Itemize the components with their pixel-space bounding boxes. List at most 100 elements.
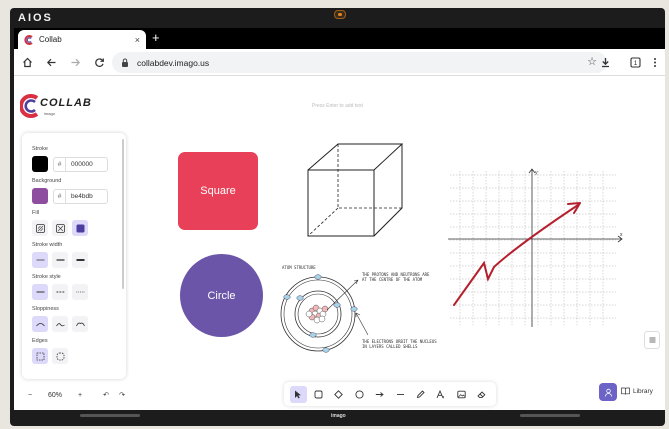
zoom-in-button[interactable]: + [72,392,88,399]
redo-button[interactable]: ↷ [114,391,130,399]
background-hex-value: be4bdb [71,192,93,200]
zoom-out-button[interactable]: − [22,392,38,399]
stroke-style-dotted-button[interactable] [72,284,88,300]
stroke-hex-value: 000000 [71,160,93,168]
reload-icon[interactable] [92,55,106,69]
forward-icon[interactable] [68,55,82,69]
eraser-tool[interactable] [473,386,490,403]
atom-structure-sketch[interactable]: ATOM STRUCTURE THE PROTONS AND NEUTRONS … [276,263,442,365]
fill-options [32,220,116,236]
address-bar[interactable]: collabdev.imago.us ☆ [112,52,607,73]
line-icon [396,393,404,395]
atom-title: ATOM STRUCTURE [282,265,316,270]
hachure-icon [35,223,45,233]
sloppiness-architect-button[interactable] [32,316,48,332]
side-menu-button[interactable] [644,331,660,349]
diamond-tool[interactable] [330,386,347,403]
edges-round-button[interactable] [52,348,68,364]
arrow-tool[interactable] [371,386,388,403]
browser-tab-strip: Collab × + [14,28,665,49]
image-tool[interactable] [453,386,470,403]
tab-count-icon[interactable]: 1 [628,55,642,69]
artist-curve-icon [55,322,65,326]
tool-bar [284,382,496,406]
square-shape[interactable]: Square [178,152,258,230]
nucleus [305,304,329,324]
bezel-bar-right [520,414,580,417]
stroke-style-label: Stroke style [32,274,61,280]
pencil-icon [416,389,425,398]
stroke-style-dashed-button[interactable] [52,284,68,300]
graph-sketch[interactable]: x y [448,167,624,327]
solid-fill-icon [76,224,84,232]
thin-line-icon [36,259,44,261]
background-color-swatch[interactable] [32,188,48,204]
stroke-width-options [32,252,116,268]
graph-axes [448,168,623,327]
solid-line-icon [36,291,44,293]
stroke-style-solid-button[interactable] [32,284,48,300]
browser-tab[interactable]: Collab × [18,30,146,49]
stroke-width-label: Stroke width [32,242,63,248]
zoom-level[interactable]: 60% [38,392,72,399]
draw-tool[interactable] [412,386,429,403]
bookmark-star-icon[interactable]: ☆ [587,55,597,68]
tab-close-icon[interactable]: × [135,35,140,45]
collab-logo: COLLAB imago [20,94,91,122]
edges-sharp-button[interactable] [32,348,48,364]
url-text: collabdev.imago.us [137,57,210,68]
book-icon [621,387,630,395]
sharp-edge-icon [36,352,44,360]
tab-title: Collab [39,35,62,44]
device-bottom-label: imago [331,413,346,419]
library-button[interactable]: Library [621,387,653,395]
lock-icon [122,58,128,67]
download-icon[interactable] [598,55,612,69]
stroke-color-swatch[interactable] [32,156,48,172]
bezel-bar-left [80,414,140,417]
ellipse-tool[interactable] [351,386,368,403]
svg-text:1: 1 [633,60,637,67]
text-tool[interactable] [432,386,449,403]
stroke-width-extra-bold-button[interactable] [72,252,88,268]
selection-tool[interactable] [289,385,307,403]
stroke-hex-input[interactable]: # 000000 [53,156,108,172]
hamburger-icon [649,337,655,343]
cartoonist-curve-icon [75,322,85,326]
image-icon [457,390,466,398]
zoom-controls: − 60% + ↶ ↷ [22,385,144,405]
panel-scrollbar[interactable] [122,139,124,289]
drawing-canvas[interactable]: COLLAB imago Press Enter to add text Str… [14,77,665,410]
graph-line [453,204,579,306]
fill-crosshatch-button[interactable] [52,220,68,236]
collab-logo-icon [20,94,39,118]
architect-curve-icon [35,322,45,326]
logo-text: COLLAB [40,97,92,109]
sloppiness-cartoonist-button[interactable] [72,316,88,332]
background-hex-input[interactable]: # be4bdb [53,188,108,204]
browser-toolbar: collabdev.imago.us ☆ 1 [14,49,665,76]
stroke-width-bold-button[interactable] [52,252,68,268]
cube-sketch[interactable] [304,140,404,238]
new-tab-button[interactable]: + [152,31,160,45]
collab-favicon-icon [24,34,33,45]
sloppiness-artist-button[interactable] [52,316,68,332]
fill-solid-button[interactable] [72,220,88,236]
stroke-width-thin-button[interactable] [32,252,48,268]
ellipse-icon [355,389,364,399]
undo-button[interactable]: ↶ [98,391,114,399]
eraser-icon [477,390,486,398]
extra-bold-line-icon [76,259,84,261]
text-icon [437,389,445,398]
circle-shape[interactable]: Circle [180,254,263,337]
back-icon[interactable] [44,55,58,69]
home-icon[interactable] [20,55,34,69]
library-avatar-button[interactable] [599,383,617,401]
hash-label: # [54,189,66,203]
sloppiness-options [32,316,116,332]
browser-menu-icon[interactable] [648,55,662,69]
rectangle-tool[interactable] [310,386,327,403]
pointer-icon [295,390,302,398]
fill-hachure-button[interactable] [32,220,48,236]
line-tool[interactable] [392,386,409,403]
